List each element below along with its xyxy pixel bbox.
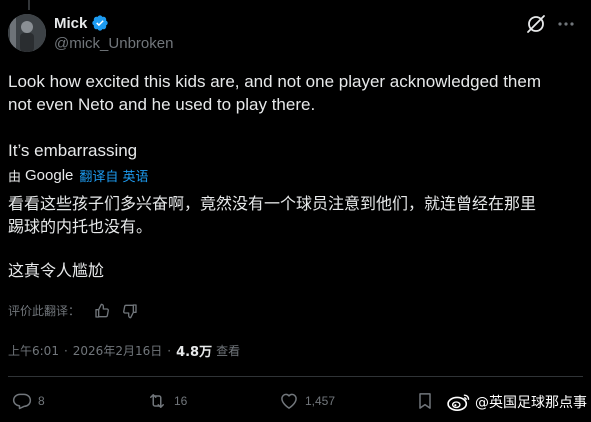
tweet-text-line: It’s embarrassing xyxy=(8,141,138,160)
meta-separator: · xyxy=(167,343,172,358)
tweet-text: Look how excited this kids are, and not … xyxy=(8,70,583,162)
author-display-name[interactable]: Mick xyxy=(54,15,87,32)
tweet-meta: 上午6:01 · 2026年2月16日 · 4.8万 查看 xyxy=(8,341,241,361)
author-handle[interactable]: @mick_Unbroken xyxy=(54,35,173,52)
divider xyxy=(8,376,583,377)
translated-text: 看看这些孩子们多兴奋啊，竟然没有一个球员注意到他们，就连曾经在那里 踢球的内托也… xyxy=(8,192,583,282)
meta-separator: · xyxy=(63,343,68,358)
heart-icon xyxy=(281,393,297,409)
retweet-icon xyxy=(150,394,164,408)
reply-button[interactable]: 8 xyxy=(12,391,45,411)
verified-badge-icon xyxy=(91,14,109,32)
bookmark-icon xyxy=(419,393,431,409)
reply-count: 8 xyxy=(38,394,45,408)
translated-text-line: 踢球的内托也没有。 xyxy=(8,217,153,236)
retweet-count: 16 xyxy=(174,394,188,408)
translation-by-label: 由 xyxy=(8,170,22,185)
like-button[interactable]: 1,457 xyxy=(279,391,335,411)
tweet-text-line: not even Neto and he used to play there. xyxy=(8,95,316,114)
thumbs-up-icon[interactable] xyxy=(94,303,110,319)
author-name-row[interactable]: Mick xyxy=(54,14,109,32)
tweet-text-line: Look how excited this kids are, and not … xyxy=(8,72,541,91)
tweet-time[interactable]: 上午6:01 xyxy=(8,342,59,359)
tweet-date[interactable]: 2026年2月16日 xyxy=(73,342,162,359)
translated-text-line: 这真令人尴尬 xyxy=(8,261,105,280)
retweet-button[interactable]: 16 xyxy=(146,391,187,411)
like-count: 1,457 xyxy=(305,394,336,408)
google-logo-text: Google xyxy=(25,167,74,184)
weibo-watermark: @英国足球那点事 xyxy=(446,392,587,412)
translated-from-link[interactable]: 翻译自 英语 xyxy=(79,166,148,185)
views-label: 查看 xyxy=(216,344,241,358)
avatar[interactable] xyxy=(8,14,46,52)
rate-translation-row: 评价此翻译： xyxy=(8,302,150,319)
bookmark-button[interactable] xyxy=(415,391,441,411)
grok-icon[interactable] xyxy=(524,12,548,36)
thumbs-down-icon[interactable] xyxy=(122,303,138,319)
watermark-text: @英国足球那点事 xyxy=(475,395,587,411)
views-count: 4.8万 xyxy=(176,345,213,360)
reply-icon xyxy=(12,393,32,410)
more-options-icon[interactable] xyxy=(554,12,578,36)
rate-translation-label: 评价此翻译： xyxy=(8,304,81,318)
thread-connector-line xyxy=(28,0,30,10)
translated-text-line: 看看这些孩子们多兴奋啊，竟然没有一个球员注意到他们，就连曾经在那里 xyxy=(8,194,537,213)
translation-attribution: 由 Google 翻译自 英语 xyxy=(8,166,149,185)
weibo-logo-icon xyxy=(447,394,470,411)
